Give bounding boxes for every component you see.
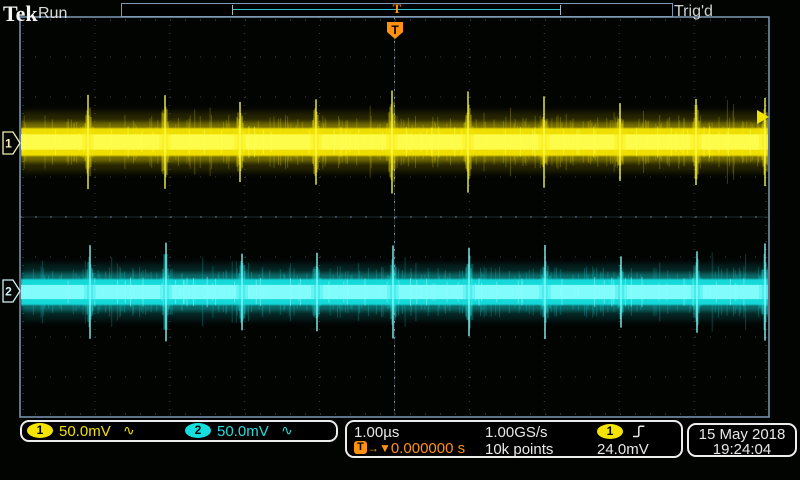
- ch1-badge: 1: [27, 423, 53, 438]
- waveform-ch1: [21, 91, 770, 194]
- trigger-status: Trig'd: [674, 3, 713, 21]
- date-label: 15 May 2018: [689, 427, 795, 442]
- ch1-scale: 50.0mV: [59, 424, 111, 439]
- trigger-t-icon: T: [354, 441, 367, 454]
- ch1-ac-coupling-icon: ∿: [123, 424, 135, 439]
- svg-text:1: 1: [5, 137, 12, 151]
- waveform-ch2: [21, 243, 770, 342]
- sample-rate: 1.00GS/s: [485, 425, 548, 440]
- svg-text:T: T: [391, 23, 399, 37]
- rising-edge-icon: [631, 423, 647, 439]
- trigger-delay-icon: ▼: [379, 441, 391, 455]
- ch2-ac-coupling-icon: ∿: [281, 424, 293, 439]
- waveform-area: [21, 91, 770, 342]
- scope-display: 1 2 T: [0, 0, 800, 480]
- record-window-right-bracket: [560, 5, 561, 15]
- timebase-scale: 1.00µs: [354, 425, 399, 440]
- ch1-position-marker: 1: [3, 132, 20, 154]
- channel-readout-box: 1 50.0mV ∿ 2 50.0mV ∿: [20, 420, 338, 442]
- trigger-delay-readout: T→▼0.000000 s: [354, 441, 465, 456]
- record-length: 10k points: [485, 442, 553, 457]
- record-view-bar: T: [121, 3, 673, 17]
- record-trigger-marker-icon: T: [388, 1, 406, 17]
- oscilloscope-screen: 1 2 T Tek Run Trig'd T 1 50.0mV ∿ 2 50.0mV…: [0, 0, 800, 480]
- ch2-scale: 50.0mV: [217, 424, 269, 439]
- trigger-delay-value: 0.000000 s: [391, 440, 465, 457]
- tek-logo: Tek: [3, 1, 38, 27]
- trigger-position-marker: T: [387, 22, 403, 39]
- graticule: [20, 17, 769, 417]
- trigger-source-badge: 1: [597, 424, 623, 439]
- ch2-position-marker: 2: [3, 280, 20, 302]
- time-label: 19:24:04: [689, 442, 795, 457]
- record-window-left-bracket: [232, 5, 233, 15]
- trigger-level: 24.0mV: [597, 442, 649, 457]
- datetime-box: 15 May 2018 19:24:04: [687, 423, 797, 457]
- horizontal-trigger-readout-box: 1.00µs 1.00GS/s 1 T→▼0.000000 s 10k poin…: [345, 420, 683, 458]
- acquisition-status: Run: [38, 5, 67, 23]
- ch2-badge: 2: [185, 423, 211, 438]
- trigger-arrow-icon: →: [367, 441, 379, 455]
- svg-text:2: 2: [5, 285, 12, 299]
